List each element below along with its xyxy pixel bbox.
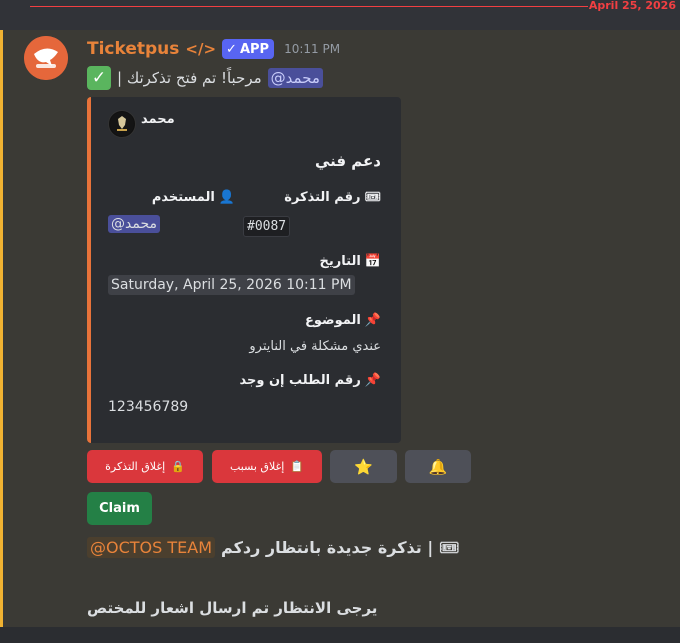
new-ticket-notice: @OCTOS TEAM تذكرة جديدة بانتظار ردكم | 🎟 — [87, 537, 460, 558]
author-avatar-icon[interactable] — [108, 110, 136, 138]
divider-line — [30, 6, 588, 7]
user-mention[interactable]: @محمد — [267, 68, 323, 88]
app-badge: ✓ APP — [222, 39, 275, 59]
date-divider: April 25, 2026 — [0, 0, 680, 14]
message-content: ✓ | مرحباً! تم فتح تذكرتك @محمد — [87, 64, 323, 92]
ticket-number-value: #0087 — [243, 216, 291, 237]
mention-highlight-bar — [0, 30, 3, 627]
ticket-embed: محمد دعم فني رقم التذكرة 🎟 المستخدم 👤 #0… — [87, 97, 401, 443]
field-user-name: المستخدم 👤 — [151, 190, 235, 205]
lock-icon: 🔒 — [171, 460, 185, 473]
user-icon: 👤 — [218, 190, 235, 205]
calendar-icon: 📅 — [364, 254, 381, 269]
field-date-name: التاريخ 📅 — [319, 254, 381, 269]
embed-title: دعم فني — [314, 152, 381, 170]
embed-author-name[interactable]: محمد — [141, 112, 175, 127]
field-order-number-name: رقم الطلب إن وجد 📌 — [239, 373, 381, 388]
check-icon: ✓ — [87, 66, 111, 90]
verified-check-icon: ✓ — [226, 41, 237, 57]
star-button[interactable]: ⭐ — [330, 450, 397, 483]
embed-author: محمد — [141, 112, 175, 127]
wait-notice: يرجى الانتظار تم ارسال اشعار للمختص — [87, 599, 378, 617]
subject-value: عندي مشكلة في النايترو — [249, 339, 381, 354]
order-number-value: 123456789 — [108, 399, 189, 415]
ticket-icon: 🎟 — [439, 538, 460, 557]
claim-button[interactable]: Claim — [87, 492, 152, 525]
date-value[interactable]: Saturday, April 25, 2026 10:11 PM — [108, 275, 355, 295]
username[interactable]: Ticketpus — [87, 39, 179, 59]
message-header: Ticketpus </> ✓ APP 10:11 PM — [87, 38, 340, 60]
new-ticket-text: تذكرة جديدة بانتظار ردكم | — [221, 538, 434, 557]
user-field-mention[interactable]: @محمد — [108, 215, 160, 233]
code-icon: </> — [185, 40, 217, 58]
star-icon: ⭐ — [354, 457, 373, 476]
divider-date: April 25, 2026 — [588, 0, 676, 12]
bot-avatar-icon[interactable] — [24, 36, 68, 80]
bell-icon: 🔔 — [428, 457, 448, 476]
bottom-bar — [0, 627, 680, 643]
close-with-reason-button[interactable]: إغلاق بسبب 📋 — [212, 450, 322, 483]
pushpin-icon: 📌 — [364, 313, 381, 328]
field-subject-name: الموضوع 📌 — [305, 313, 381, 328]
field-ticket-number-name: رقم التذكرة 🎟 — [284, 190, 381, 205]
close-ticket-button[interactable]: إغلاق التذكرة 🔒 — [87, 450, 203, 483]
ticket-icon: 🎟 — [364, 190, 381, 205]
bell-button[interactable]: 🔔 — [405, 450, 471, 483]
team-mention[interactable]: @OCTOS TEAM — [87, 537, 216, 558]
pushpin-icon: 📌 — [364, 373, 381, 388]
clipboard-icon: 📋 — [290, 460, 305, 473]
welcome-text: | مرحباً! تم فتح تذكرتك — [117, 69, 262, 87]
message-timestamp[interactable]: 10:11 PM — [284, 42, 340, 56]
